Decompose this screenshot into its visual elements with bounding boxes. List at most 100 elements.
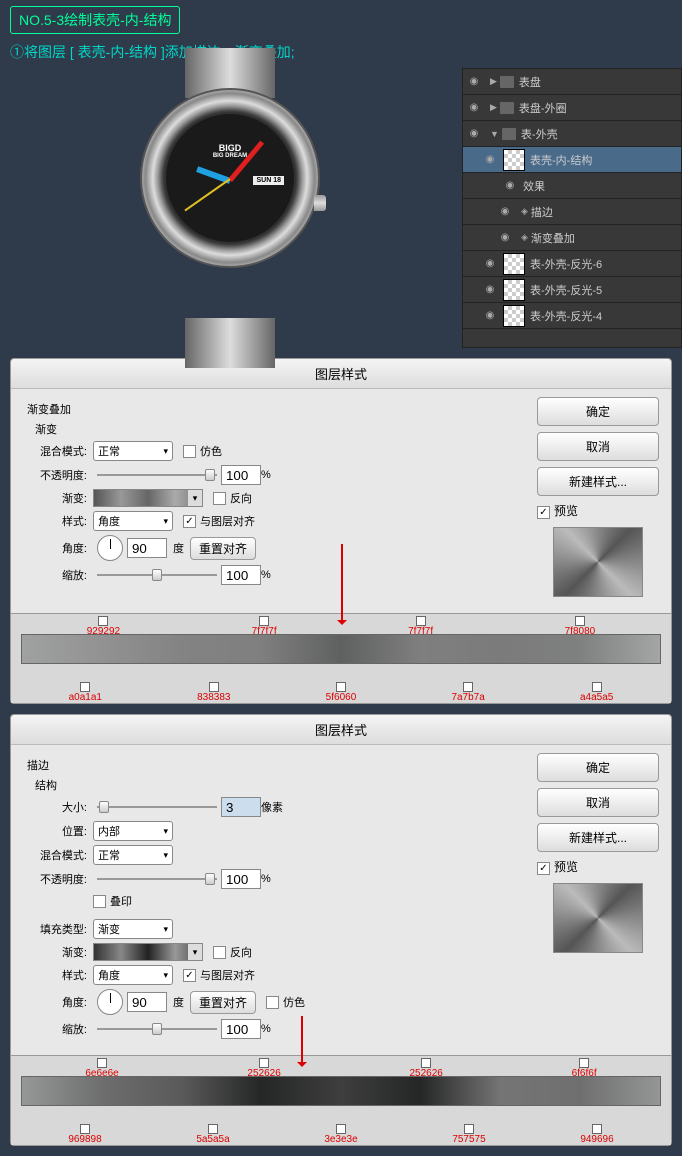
opacity-label: 不透明度: bbox=[27, 467, 87, 483]
layer-thumb bbox=[503, 305, 525, 327]
watch-date: SUN 18 bbox=[253, 176, 284, 185]
gradient-bar[interactable] bbox=[21, 634, 661, 664]
style-select[interactable]: 角度 bbox=[93, 511, 173, 531]
size-input[interactable] bbox=[221, 797, 261, 817]
angle-label: 角度: bbox=[27, 540, 87, 556]
gradient-stops-top: 929292 7f7f7f 7f7f7f 7f8080 bbox=[21, 616, 661, 637]
gradient-picker[interactable] bbox=[93, 489, 203, 507]
visibility-icon[interactable]: ◉ bbox=[483, 283, 497, 297]
scale-input[interactable] bbox=[221, 1019, 261, 1039]
layers-panel[interactable]: ◉▶表盘 ◉▶表盘-外圈 ◉▼表-外壳 ◉表壳-内-结构 ◉效果 ◉◈描边 ◉◈… bbox=[462, 68, 682, 348]
ok-button[interactable]: 确定 bbox=[537, 397, 659, 426]
layer-row-selected[interactable]: ◉表壳-内-结构 bbox=[463, 147, 681, 173]
subsection-label: 渐变 bbox=[35, 421, 525, 437]
reset-align-button[interactable]: 重置对齐 bbox=[190, 537, 256, 560]
layer-thumb bbox=[503, 279, 525, 301]
angle-input[interactable] bbox=[127, 992, 167, 1012]
layer-thumb bbox=[503, 149, 525, 171]
blend-label: 混合模式: bbox=[27, 847, 87, 863]
angle-dial[interactable] bbox=[97, 989, 123, 1015]
scale-label: 缩放: bbox=[27, 1021, 87, 1037]
reset-align-button[interactable]: 重置对齐 bbox=[190, 991, 256, 1014]
position-select[interactable]: 内部 bbox=[93, 821, 173, 841]
layer-row[interactable]: ◉表-外壳-反光-6 bbox=[463, 251, 681, 277]
annotation-arrow bbox=[341, 544, 343, 624]
fill-type-select[interactable]: 渐变 bbox=[93, 919, 173, 939]
layer-row[interactable]: ◉▶表盘 bbox=[463, 69, 681, 95]
gradient-stops-bottom: a0a1a1 838383 5f6060 7a7b7a a4a5a5 bbox=[21, 682, 661, 703]
layer-fx-row[interactable]: ◉效果 bbox=[463, 173, 681, 199]
align-checkbox[interactable]: ✓ bbox=[183, 969, 196, 982]
visibility-icon[interactable]: ◉ bbox=[467, 127, 481, 141]
opacity-label: 不透明度: bbox=[27, 871, 87, 887]
layer-row[interactable]: ◉▶表盘-外圈 bbox=[463, 95, 681, 121]
layer-style-dialog-stroke: 图层样式 描边 结构 大小:像素 位置:内部 混合模式:正常 不透明度:% 叠印… bbox=[10, 714, 672, 1146]
layer-fx-row[interactable]: ◉◈描边 bbox=[463, 199, 681, 225]
gradient-editor[interactable]: 929292 7f7f7f 7f7f7f 7f8080 a0a1a1 83838… bbox=[11, 613, 671, 703]
dialog-title: 图层样式 bbox=[11, 359, 671, 389]
preview-checkbox[interactable]: ✓ bbox=[537, 862, 550, 875]
visibility-icon[interactable]: ◉ bbox=[483, 309, 497, 323]
dither-checkbox[interactable] bbox=[266, 996, 279, 1009]
visibility-icon[interactable]: ◉ bbox=[498, 231, 512, 245]
size-slider[interactable] bbox=[97, 800, 217, 814]
dialog-title: 图层样式 bbox=[11, 715, 671, 745]
visibility-icon[interactable]: ◉ bbox=[467, 75, 481, 89]
fill-type-label: 填充类型: bbox=[27, 921, 87, 937]
angle-label: 角度: bbox=[27, 994, 87, 1010]
overprint-checkbox[interactable] bbox=[93, 895, 106, 908]
scale-input[interactable] bbox=[221, 565, 261, 585]
new-style-button[interactable]: 新建样式... bbox=[537, 823, 659, 852]
gradient-stops-top: 6e6e6e 252626 252626 6f6f6f bbox=[21, 1058, 661, 1079]
size-label: 大小: bbox=[27, 799, 87, 815]
preview-thumbnail bbox=[553, 527, 643, 597]
gradient-stops-bottom: 969898 5a5a5a 3e3e3e 757575 949696 bbox=[21, 1124, 661, 1145]
opacity-input[interactable] bbox=[221, 465, 261, 485]
layer-row[interactable]: ◉表-外壳-反光-4 bbox=[463, 303, 681, 329]
cancel-button[interactable]: 取消 bbox=[537, 788, 659, 817]
opacity-slider[interactable] bbox=[97, 468, 217, 482]
gradient-bar[interactable] bbox=[21, 1076, 661, 1106]
opacity-input[interactable] bbox=[221, 869, 261, 889]
scale-slider[interactable] bbox=[97, 568, 217, 582]
folder-icon bbox=[502, 128, 516, 140]
layer-style-dialog-gradient: 图层样式 渐变叠加 渐变 混合模式:正常仿色 不透明度:% 渐变:反向 样式:角… bbox=[10, 358, 672, 704]
style-label: 样式: bbox=[27, 967, 87, 983]
scale-slider[interactable] bbox=[97, 1022, 217, 1036]
cancel-button[interactable]: 取消 bbox=[537, 432, 659, 461]
folder-icon bbox=[500, 76, 514, 88]
reverse-checkbox[interactable] bbox=[213, 946, 226, 959]
layer-fx-row[interactable]: ◉◈渐变叠加 bbox=[463, 225, 681, 251]
gradient-picker[interactable] bbox=[93, 943, 203, 961]
scale-label: 缩放: bbox=[27, 567, 87, 583]
watch-brand: BIGDBIG DREAM bbox=[213, 143, 247, 159]
page-subtitle: ①将图层 [ 表壳-内-结构 ]添加描边、渐变叠加; bbox=[10, 42, 672, 62]
preview-checkbox[interactable]: ✓ bbox=[537, 506, 550, 519]
new-style-button[interactable]: 新建样式... bbox=[537, 467, 659, 496]
gradient-label: 渐变: bbox=[27, 944, 87, 960]
folder-icon bbox=[500, 102, 514, 114]
second-hand bbox=[184, 178, 230, 211]
blend-mode-select[interactable]: 正常 bbox=[93, 441, 173, 461]
style-select[interactable]: 角度 bbox=[93, 965, 173, 985]
section-label: 描边 bbox=[27, 757, 525, 773]
gradient-label: 渐变: bbox=[27, 490, 87, 506]
angle-dial[interactable] bbox=[97, 535, 123, 561]
visibility-icon[interactable]: ◉ bbox=[483, 153, 497, 167]
layer-row[interactable]: ◉▼表-外壳 bbox=[463, 121, 681, 147]
visibility-icon[interactable]: ◉ bbox=[467, 101, 481, 115]
layer-row[interactable]: ◉表-外壳-反光-5 bbox=[463, 277, 681, 303]
ok-button[interactable]: 确定 bbox=[537, 753, 659, 782]
subsection-label: 结构 bbox=[35, 777, 525, 793]
dither-checkbox[interactable] bbox=[183, 445, 196, 458]
visibility-icon[interactable]: ◉ bbox=[483, 257, 497, 271]
angle-input[interactable] bbox=[127, 538, 167, 558]
opacity-slider[interactable] bbox=[97, 872, 217, 886]
visibility-icon[interactable]: ◉ bbox=[498, 205, 512, 219]
section-label: 渐变叠加 bbox=[27, 401, 525, 417]
visibility-icon[interactable]: ◉ bbox=[503, 179, 517, 193]
blend-mode-select[interactable]: 正常 bbox=[93, 845, 173, 865]
reverse-checkbox[interactable] bbox=[213, 492, 226, 505]
align-checkbox[interactable]: ✓ bbox=[183, 515, 196, 528]
position-label: 位置: bbox=[27, 823, 87, 839]
